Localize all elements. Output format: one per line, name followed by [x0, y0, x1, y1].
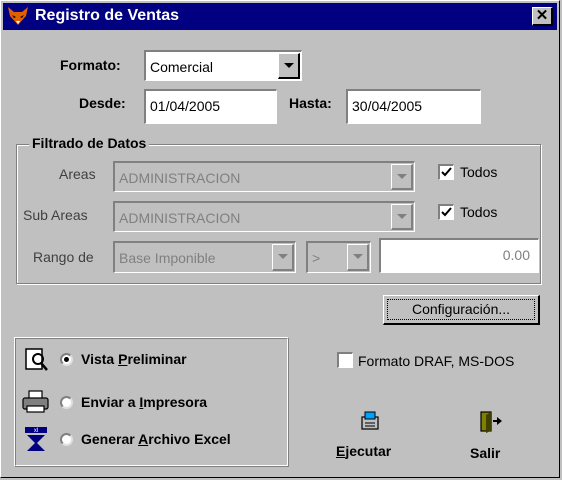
subareas-dropdown-button[interactable] [391, 204, 413, 230]
areas-todos-checkbox[interactable] [438, 164, 454, 180]
rango-operator-value: > [312, 250, 321, 266]
hasta-label: Hasta: [289, 95, 332, 111]
subareas-label: Sub Areas [23, 207, 88, 223]
formato-value: Comercial [150, 59, 214, 75]
chevron-down-icon [284, 63, 294, 68]
areas-value: ADMINISTRACION [119, 170, 241, 186]
formato-draf-label: Formato DRAF, MS-DOS [358, 353, 515, 369]
enviar-impresora-radio[interactable] [60, 396, 73, 409]
enviar-impresora-label: Enviar a Impresora [81, 394, 208, 410]
chevron-down-icon [278, 254, 288, 259]
desde-input[interactable]: 01/04/2005 [144, 89, 277, 124]
desde-value: 01/04/2005 [150, 98, 221, 114]
checkmark-icon [441, 207, 452, 217]
subareas-select[interactable]: ADMINISTRACION [113, 201, 415, 232]
subareas-todos-label: Todos [460, 204, 498, 220]
execute-icon [359, 409, 383, 433]
close-button[interactable]: ✕ [532, 7, 553, 26]
formato-label: Formato: [60, 57, 121, 73]
printer-icon [21, 389, 51, 415]
ejecutar-button[interactable]: Ejecutar [331, 405, 411, 465]
svg-text:xl: xl [34, 428, 38, 434]
areas-todos-label: Todos [460, 164, 498, 180]
salir-button[interactable]: Salir [463, 405, 523, 465]
areas-label: Areas [59, 166, 96, 182]
chevron-down-icon [353, 254, 363, 259]
desde-label: Desde: [79, 95, 126, 111]
formato-select[interactable]: Comercial [144, 50, 302, 81]
salir-label: Salir [470, 445, 501, 461]
formato-dropdown-button[interactable] [278, 53, 300, 79]
exit-door-icon [477, 409, 503, 435]
rango-operator-select[interactable]: > [306, 241, 371, 273]
fox-icon [7, 6, 29, 26]
areas-dropdown-button[interactable] [391, 164, 413, 190]
hasta-value: 30/04/2005 [352, 98, 423, 114]
rango-operator-dropdown-button[interactable] [347, 244, 369, 271]
rango-field-value: Base Imponible [119, 250, 216, 266]
subareas-todos-checkbox[interactable] [438, 204, 454, 220]
ejecutar-label: Ejecutar [336, 443, 392, 459]
excel-icon: xl [23, 425, 53, 453]
rango-field-dropdown-button[interactable] [272, 244, 294, 271]
preview-icon [23, 347, 51, 373]
close-icon: ✕ [535, 7, 549, 24]
generar-excel-radio[interactable] [60, 433, 73, 446]
checkmark-icon [441, 167, 452, 177]
vista-preliminar-radio[interactable] [60, 353, 73, 366]
hasta-input[interactable]: 30/04/2005 [346, 89, 481, 124]
window-title: Registro de Ventas [35, 7, 180, 24]
rango-field-select[interactable]: Base Imponible [113, 241, 296, 273]
vista-preliminar-label: Vista Preliminar [81, 351, 187, 367]
chevron-down-icon [397, 174, 407, 179]
formato-draf-checkbox[interactable] [337, 352, 353, 368]
areas-select[interactable]: ADMINISTRACION [113, 161, 415, 192]
rango-amount-value: 0.00 [502, 247, 530, 263]
generar-excel-label: Generar Archivo Excel [81, 431, 231, 447]
rango-amount-input[interactable]: 0.00 [379, 238, 539, 273]
configuracion-label: Configuración... [411, 301, 511, 317]
dialog-window: Registro de Ventas ✕ Formato: Comercial … [0, 0, 560, 478]
configuracion-button[interactable]: Configuración... [383, 295, 540, 325]
rango-label: Rango de [33, 249, 94, 265]
filtrado-title: Filtrado de Datos [29, 135, 150, 151]
subareas-value: ADMINISTRACION [119, 210, 241, 226]
chevron-down-icon [397, 214, 407, 219]
title-bar[interactable]: Registro de Ventas ✕ [3, 3, 557, 30]
